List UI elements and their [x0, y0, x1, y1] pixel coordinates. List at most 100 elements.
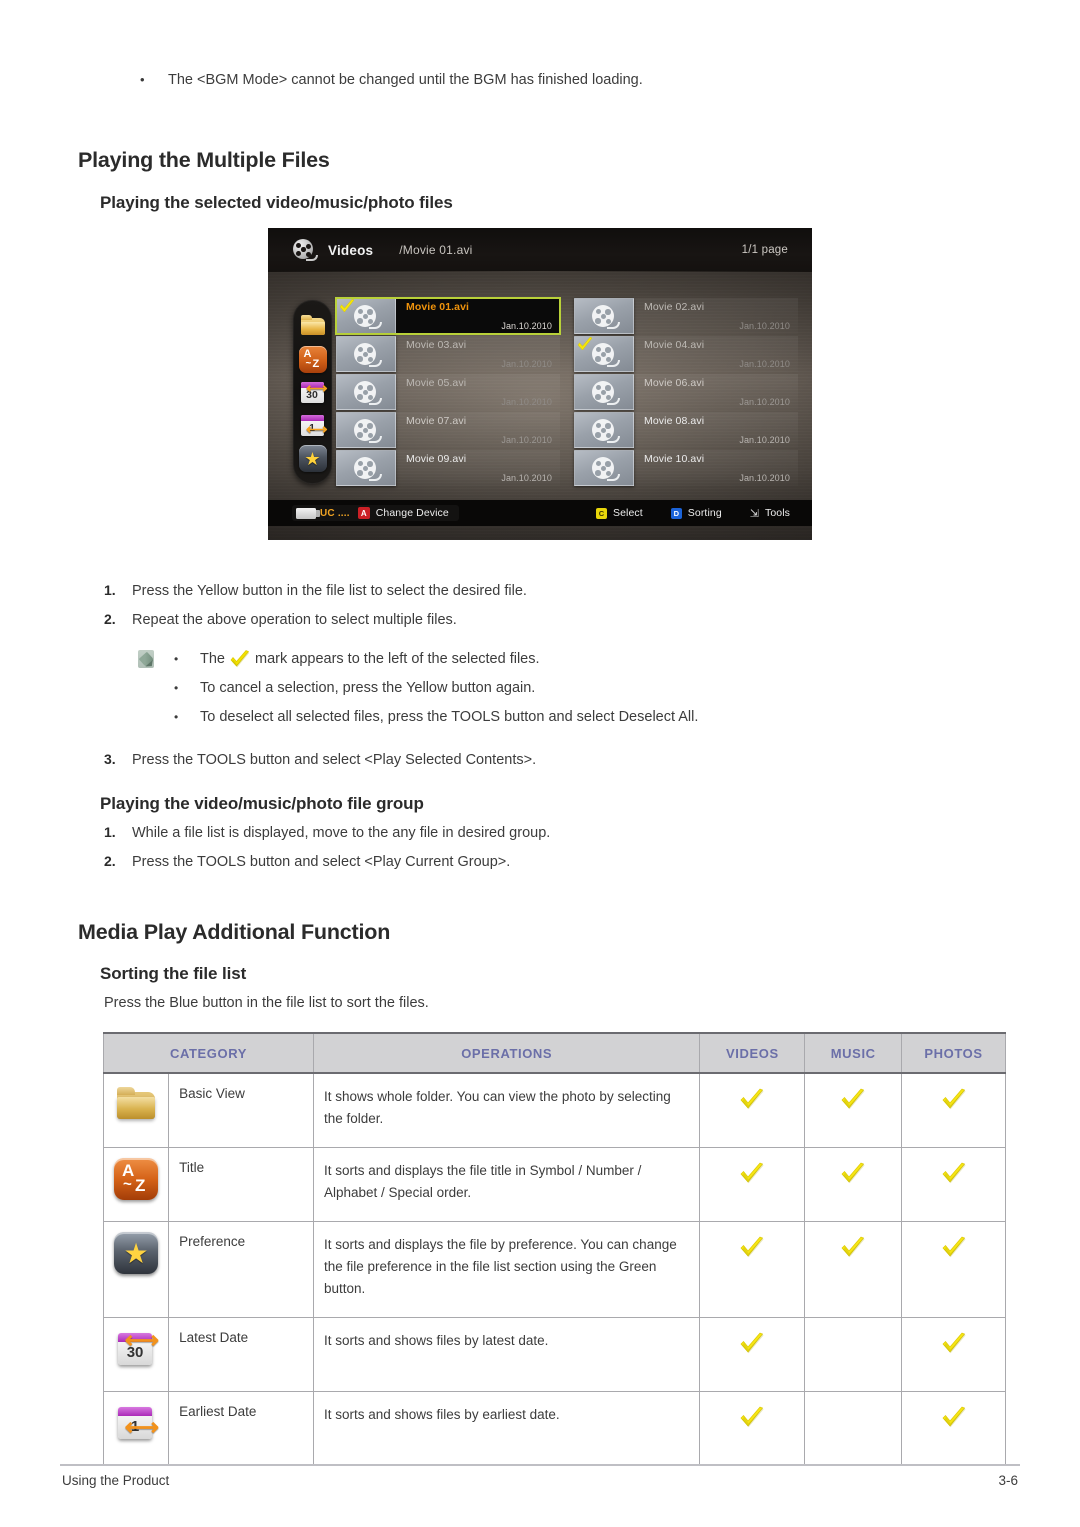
tv-file-name: Movie 10.avi: [644, 453, 705, 465]
category-name-cell: Preference: [168, 1220, 314, 1318]
table-row: ★ Preference It sorts and displays the fil…: [102, 1220, 1006, 1318]
change-device-label[interactable]: Change Device: [376, 507, 449, 519]
tools-icon: ⇲: [749, 507, 759, 520]
note-pencil-icon: [138, 650, 154, 668]
column-header-music: MUSIC: [804, 1032, 902, 1074]
folder-icon: [114, 1084, 158, 1126]
tv-file-meta: Movie 06.avi Jan.10.2010: [634, 374, 798, 410]
document-page: • The <BGM Mode> cannot be changed until…: [0, 0, 1080, 1527]
column-header-operations: OPERATIONS: [312, 1032, 701, 1074]
table-row: 1 ⟷ Earliest Date It sorts and shows files …: [102, 1390, 1006, 1466]
heading-sorting-file-list: Sorting the file list: [100, 964, 247, 983]
checkmark-icon: [230, 650, 249, 668]
table-header-row: CATEGORY OPERATIONS VIDEOS MUSIC PHOTOS: [103, 1032, 1006, 1074]
column-header-category: CATEGORY: [103, 1032, 314, 1074]
videos-support-cell: [699, 1072, 806, 1148]
steps-selected-files: 1. Press the Yellow button in the file l…: [104, 582, 904, 640]
table-row: A ~ Z Title It sorts and displays the file t…: [102, 1146, 1006, 1222]
photos-support-cell: [901, 1146, 1006, 1222]
operations-cell: It sorts and shows files by latest date.: [312, 1316, 701, 1392]
music-support-cell: [804, 1316, 902, 1392]
category-icon-cell: A ~ Z: [102, 1146, 170, 1222]
step-text: Press the TOOLS button and select <Play …: [132, 854, 511, 870]
table-row: Basic View It shows whole folder. You can…: [102, 1072, 1006, 1148]
select-hint[interactable]: C Select: [596, 507, 643, 519]
a-to-z-icon[interactable]: A ~ Z: [298, 345, 327, 373]
key-a-icon: A: [357, 507, 370, 519]
checkmark-icon: [740, 1332, 764, 1353]
calendar-30-icon[interactable]: 30 ⟷: [299, 379, 328, 406]
folder-icon[interactable]: [299, 313, 327, 340]
bullet-marker: •: [174, 652, 179, 666]
step-number: 2.: [104, 611, 116, 627]
tv-file-meta: Movie 07.avi Jan.10.2010: [396, 412, 560, 448]
tv-file-item[interactable]: Movie 04.avi Jan.10.2010: [574, 336, 798, 372]
music-support-cell: [804, 1146, 902, 1222]
note-text: To cancel a selection, press the Yellow …: [200, 680, 536, 696]
star-icon[interactable]: ★: [298, 444, 327, 472]
heading-playing-file-group: Playing the video/music/photo file group: [100, 794, 424, 813]
step-number: 3.: [104, 751, 116, 767]
usb-device-icon: [296, 507, 320, 519]
checkmark-icon: [740, 1162, 764, 1183]
photos-support-cell: [901, 1390, 1006, 1466]
bullet-marker: •: [174, 710, 179, 724]
tv-file-thumbnail: [336, 336, 396, 372]
tv-file-meta: Movie 02.avi Jan.10.2010: [634, 298, 798, 334]
category-icon-cell: 1 ⟷: [102, 1390, 170, 1466]
tv-file-date: Jan.10.2010: [501, 473, 552, 483]
tv-file-date: Jan.10.2010: [739, 397, 790, 407]
operations-cell: It shows whole folder. You can view the …: [312, 1072, 701, 1148]
category-icon-cell: [102, 1072, 170, 1148]
tv-file-meta: Movie 05.avi Jan.10.2010: [396, 374, 560, 410]
calendar-1-icon[interactable]: 1 ⟷: [299, 412, 328, 439]
sorting-intro-text: Press the Blue button in the file list t…: [104, 995, 429, 1011]
tv-file-thumbnail: [336, 450, 396, 486]
tv-file-meta: Movie 04.avi Jan.10.2010: [634, 336, 798, 372]
tools-hint[interactable]: ⇲ Tools: [750, 507, 790, 520]
key-d-icon: D: [670, 507, 682, 519]
tv-file-name: Movie 09.avi: [406, 453, 467, 465]
step-three: 3. Press the TOOLS button and select <Pl…: [104, 751, 904, 780]
tv-file-item[interactable]: Movie 06.avi Jan.10.2010: [574, 374, 798, 410]
tv-file-item[interactable]: Movie 05.avi Jan.10.2010: [336, 374, 560, 410]
top-note-text: The <BGM Mode> cannot be changed until t…: [168, 72, 643, 88]
tv-file-date: Jan.10.2010: [739, 321, 790, 331]
music-support-cell: [804, 1072, 902, 1148]
tv-file-thumbnail: [336, 374, 396, 410]
tv-bottom-bar: UC .... A Change Device C Select D Sorti…: [268, 500, 812, 526]
tv-file-item[interactable]: Movie 09.avi Jan.10.2010: [336, 450, 560, 486]
a-to-z-icon: A ~ Z: [114, 1157, 159, 1200]
tv-device-group[interactable]: UC .... A Change Device: [292, 505, 459, 521]
heading-playing-selected-files: Playing the selected video/music/photo f…: [100, 193, 453, 212]
photos-support-cell: [901, 1072, 1006, 1148]
tv-file-date: Jan.10.2010: [501, 397, 552, 407]
list-item: • To cancel a selection, press the Yello…: [174, 679, 898, 698]
step-text: While a file list is displayed, move to …: [132, 825, 551, 841]
tv-file-name: Movie 03.avi: [406, 339, 467, 351]
tv-file-thumbnail: [574, 374, 634, 410]
list-item: • To deselect all selected files, press …: [174, 708, 898, 727]
key-c-icon: C: [596, 507, 607, 519]
tv-file-item[interactable]: Movie 01.avi Jan.10.2010: [335, 297, 561, 335]
tv-file-date: Jan.10.2010: [739, 359, 790, 369]
tv-file-item[interactable]: Movie 08.avi Jan.10.2010: [574, 412, 798, 448]
tv-sort-sidebar[interactable]: A ~ Z 30 ⟷ 1 ⟷ ★: [293, 300, 332, 484]
music-support-cell: [804, 1220, 902, 1318]
category-icon-cell: 30 ⟷: [102, 1316, 170, 1392]
tv-file-item[interactable]: Movie 03.avi Jan.10.2010: [336, 336, 560, 372]
tv-file-item[interactable]: Movie 02.avi Jan.10.2010: [574, 298, 798, 334]
checkmark-icon: [841, 1236, 865, 1257]
note-text: The mark appears to the left of the sele…: [200, 650, 540, 669]
tv-file-item[interactable]: Movie 10.avi Jan.10.2010: [574, 450, 798, 486]
tv-file-date: Jan.10.2010: [739, 435, 790, 445]
list-item: 1. Press the Yellow button in the file l…: [104, 582, 904, 601]
tv-file-item[interactable]: Movie 07.avi Jan.10.2010: [336, 412, 560, 448]
sorting-hint[interactable]: D Sorting: [670, 507, 722, 519]
tv-action-hints: C Select D Sorting ⇲ Tools: [596, 507, 790, 520]
videos-support-cell: [699, 1220, 806, 1318]
tv-file-name: Movie 04.avi: [644, 339, 705, 351]
tv-top-bar: Videos /Movie 01.avi 1/1 page: [268, 228, 812, 272]
step-number: 2.: [104, 853, 116, 869]
step-text: Repeat the above operation to select mul…: [132, 612, 457, 628]
